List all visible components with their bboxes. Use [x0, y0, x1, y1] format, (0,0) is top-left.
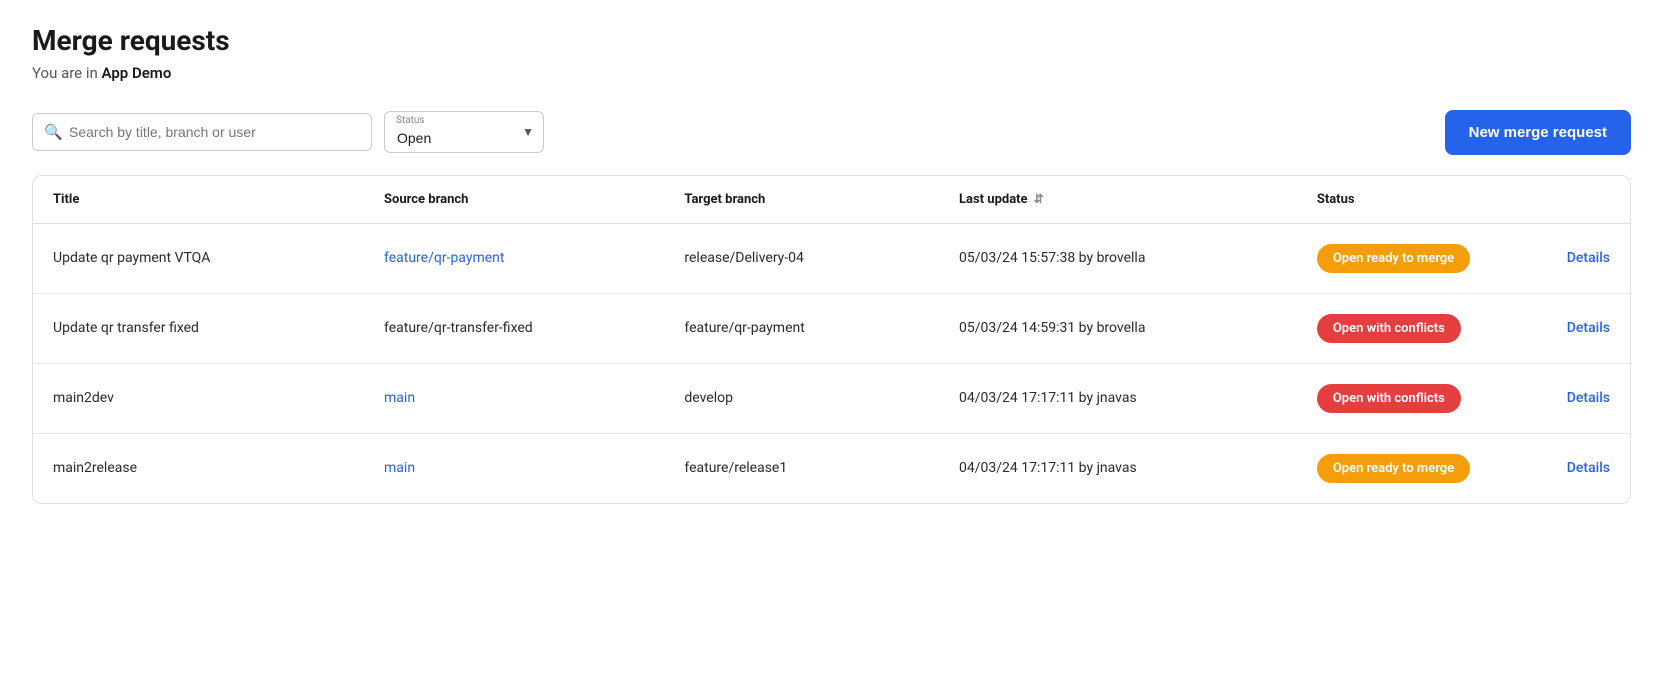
status-badge: Open with conflicts: [1317, 384, 1461, 413]
cell-target-branch: develop: [664, 363, 939, 433]
merge-requests-table-container: Title Source branch Target branch Last u…: [32, 175, 1631, 504]
source-branch-link[interactable]: main: [384, 460, 415, 476]
status-badge: Open ready to merge: [1317, 244, 1470, 273]
status-filter-wrapper: Status Open Closed Merged All ▼: [384, 111, 544, 153]
col-header-title: Title: [33, 176, 364, 224]
cell-last-update: 04/03/24 17:17:11 by jnavas: [939, 363, 1297, 433]
col-header-action: [1547, 176, 1630, 224]
cell-status: Open with conflicts: [1297, 363, 1547, 433]
cell-target-branch: release/Delivery-04: [664, 223, 939, 293]
search-wrapper: 🔍: [32, 113, 372, 151]
toolbar: 🔍 Status Open Closed Merged All ▼ New me…: [32, 110, 1631, 155]
cell-last-update: 05/03/24 15:57:38 by brovella: [939, 223, 1297, 293]
details-link[interactable]: Details: [1567, 390, 1610, 406]
subtitle-prefix: You are in: [32, 64, 102, 82]
app-name: App Demo: [102, 64, 172, 82]
status-select[interactable]: Open Closed Merged All: [384, 111, 544, 153]
cell-source-branch: feature/qr-payment: [364, 223, 664, 293]
details-link[interactable]: Details: [1567, 320, 1610, 336]
target-branch-text: feature/qr-payment: [684, 320, 804, 336]
cell-last-update: 05/03/24 14:59:31 by brovella: [939, 293, 1297, 363]
source-branch-link[interactable]: main: [384, 390, 415, 406]
cell-status: Open with conflicts: [1297, 293, 1547, 363]
page-title: Merge requests: [32, 24, 1631, 58]
cell-action: Details: [1547, 363, 1630, 433]
sort-icon: ⇵: [1034, 192, 1044, 206]
col-header-source-branch: Source branch: [364, 176, 664, 224]
table-row: main2release main feature/release1 04/03…: [33, 433, 1630, 503]
page-subtitle: You are in App Demo: [32, 64, 1631, 82]
cell-action: Details: [1547, 223, 1630, 293]
target-branch-text: develop: [684, 390, 733, 406]
status-badge: Open ready to merge: [1317, 454, 1470, 483]
col-header-target-branch: Target branch: [664, 176, 939, 224]
cell-action: Details: [1547, 433, 1630, 503]
table-row: Update qr payment VTQA feature/qr-paymen…: [33, 223, 1630, 293]
table-header-row: Title Source branch Target branch Last u…: [33, 176, 1630, 224]
cell-last-update: 04/03/24 17:17:11 by jnavas: [939, 433, 1297, 503]
table-row: main2dev main develop 04/03/24 17:17:11 …: [33, 363, 1630, 433]
cell-source-branch: main: [364, 433, 664, 503]
new-merge-request-button[interactable]: New merge request: [1445, 110, 1631, 155]
col-header-last-update[interactable]: Last update ⇵: [939, 176, 1297, 224]
target-branch-text: release/Delivery-04: [684, 250, 804, 266]
cell-title: Update qr transfer fixed: [33, 293, 364, 363]
cell-action: Details: [1547, 293, 1630, 363]
cell-source-branch: main: [364, 363, 664, 433]
status-badge: Open with conflicts: [1317, 314, 1461, 343]
cell-title: main2release: [33, 433, 364, 503]
target-branch-text: feature/release1: [684, 460, 787, 476]
table-body: Update qr payment VTQA feature/qr-paymen…: [33, 223, 1630, 503]
cell-status: Open ready to merge: [1297, 433, 1547, 503]
cell-title: Update qr payment VTQA: [33, 223, 364, 293]
cell-source-branch: feature/qr-transfer-fixed: [364, 293, 664, 363]
table-row: Update qr transfer fixed feature/qr-tran…: [33, 293, 1630, 363]
cell-status: Open ready to merge: [1297, 223, 1547, 293]
details-link[interactable]: Details: [1567, 250, 1610, 266]
merge-requests-table: Title Source branch Target branch Last u…: [33, 176, 1630, 503]
cell-title: main2dev: [33, 363, 364, 433]
details-link[interactable]: Details: [1567, 460, 1610, 476]
search-input[interactable]: [32, 113, 372, 151]
col-header-status: Status: [1297, 176, 1547, 224]
source-branch-link[interactable]: feature/qr-payment: [384, 250, 504, 266]
cell-target-branch: feature/qr-payment: [664, 293, 939, 363]
last-update-label: Last update: [959, 192, 1028, 207]
cell-target-branch: feature/release1: [664, 433, 939, 503]
source-branch-text: feature/qr-transfer-fixed: [384, 320, 533, 336]
